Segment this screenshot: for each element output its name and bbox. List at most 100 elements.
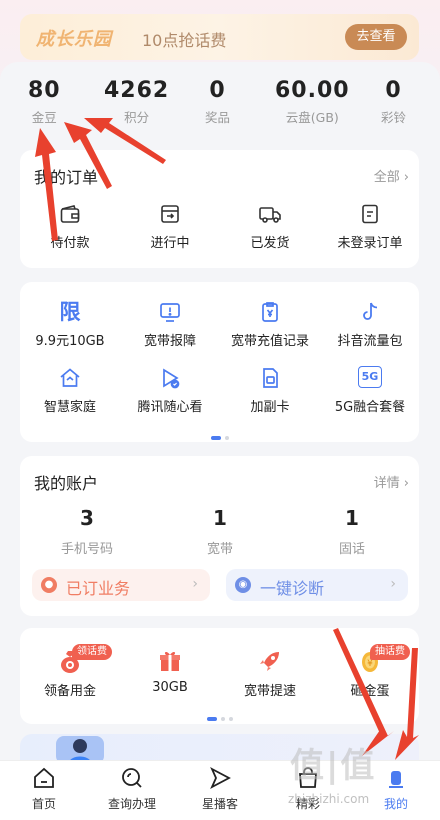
- stat-label: 云盘(GB): [285, 110, 339, 125]
- service-item[interactable]: 宽带充值记录: [222, 300, 318, 349]
- truck-icon: [259, 207, 281, 223]
- watermark-url: zhizhizhi.com: [288, 792, 370, 806]
- account-broadband[interactable]: 1 宽带: [170, 506, 270, 557]
- go-check-button[interactable]: 去查看: [345, 24, 407, 50]
- service-label: 加副卡: [250, 400, 290, 415]
- service-item[interactable]: 智慧家庭: [22, 366, 118, 415]
- order-label: 未登录订单: [337, 236, 403, 251]
- orders-title: 我的订单: [34, 168, 99, 187]
- account-value: 3: [80, 506, 94, 530]
- chevron-right-icon: ›: [403, 170, 409, 185]
- account-card: 我的账户 详情 › 3 手机号码 1 宽带 1 固话 ● 已订业务 › ◉ 一键诊…: [20, 456, 419, 616]
- stat-label: 彩铃: [381, 110, 407, 125]
- service-item[interactable]: 限 9.9元10GB: [22, 300, 118, 349]
- stat-label: 奖品: [205, 110, 231, 125]
- pager-dot-active: [206, 716, 217, 721]
- stats-row: 80 金豆 4262 积分 0 奖品 60.00 云盘(GB) 0 彩铃: [0, 78, 440, 138]
- account-phone-numbers[interactable]: 3 手机号码: [37, 506, 137, 557]
- pill-label: 一键诊断: [260, 579, 325, 598]
- tab-label: 首页: [31, 797, 56, 811]
- benefit-item[interactable]: 30GB: [122, 648, 218, 695]
- stat-cloud-disk[interactable]: 60.00 云盘(GB): [275, 78, 350, 126]
- pager-dot-active: [210, 435, 221, 440]
- tab-label: 星播客: [201, 797, 238, 811]
- account-details-link[interactable]: 详情 ›: [374, 472, 409, 491]
- service-label: 宽带报障: [143, 334, 196, 349]
- account-landline[interactable]: 1 固话: [302, 506, 402, 557]
- stat-value: 60.00: [275, 78, 350, 103]
- stat-label: 积分: [124, 110, 150, 125]
- stat-value: 80: [28, 78, 61, 103]
- video-play-icon: [163, 368, 180, 389]
- order-label: 已发货: [250, 236, 290, 251]
- box-icon: [161, 205, 179, 223]
- service-item[interactable]: 抖音流量包: [322, 300, 418, 349]
- stat-ringtone[interactable]: 0 彩铃: [381, 78, 406, 126]
- stat-label: 金豆: [31, 110, 57, 125]
- services-pager: [20, 427, 419, 446]
- benefit-item[interactable]: 领话费 领备用金: [22, 644, 118, 699]
- benefit-tag: 抽话费: [370, 644, 410, 660]
- stat-prizes[interactable]: 0 奖品: [205, 78, 230, 126]
- stat-value: 0: [209, 78, 226, 103]
- orders-all-link[interactable]: 全部 ›: [374, 166, 409, 185]
- benefit-label: 领备用金: [43, 684, 96, 699]
- chevron-right-icon: ›: [192, 576, 198, 592]
- order-label: 待付款: [50, 236, 90, 251]
- pager-dot: [228, 716, 233, 721]
- diagnosis-icon: ◉: [235, 577, 251, 593]
- account-title: 我的账户: [34, 474, 99, 493]
- order-not-logged-in[interactable]: 未登录订单: [322, 202, 418, 251]
- monitor-alert-icon: [160, 303, 180, 322]
- services-card: 限 9.9元10GB 宽带报障 宽带充值记录 抖音流量包 智慧家庭 腾讯随心看: [20, 282, 419, 442]
- order-shipped[interactable]: 已发货: [222, 202, 318, 251]
- service-label: 宽带充值记录: [230, 334, 309, 349]
- benefit-tag: 领话费: [72, 644, 112, 660]
- service-item[interactable]: 宽带报障: [122, 300, 218, 349]
- tiktok-icon: [363, 302, 378, 320]
- tab-label: 查询办理: [107, 797, 156, 811]
- service-label: 抖音流量包: [337, 334, 403, 349]
- banner-brand: 成长乐园: [36, 29, 112, 50]
- account-label: 固话: [338, 542, 365, 557]
- service-label: 5G融合套餐: [334, 400, 406, 415]
- stat-points[interactable]: 4262 积分: [104, 78, 169, 126]
- benefits-card: 领话费 领备用金 30GB 宽带提速 抽话费 ¥ 砸金蛋: [20, 628, 419, 724]
- growth-park-banner[interactable]: 成长乐园 10点抢话费 去查看: [20, 14, 419, 60]
- xian-icon: 限: [59, 300, 81, 324]
- account-value: 1: [213, 506, 227, 530]
- stat-value: 0: [385, 78, 402, 103]
- gift-icon: [160, 651, 180, 671]
- order-in-progress[interactable]: 进行中: [122, 202, 218, 251]
- account-value: 1: [345, 506, 359, 530]
- tab-star-podcast[interactable]: 星播客: [176, 765, 264, 812]
- service-item[interactable]: 5G 5G融合套餐: [322, 366, 418, 415]
- stat-gold-beans[interactable]: 80 金豆: [28, 78, 61, 126]
- house-icon: [60, 368, 80, 387]
- subscribed-services-button[interactable]: ● 已订业务 ›: [32, 569, 210, 601]
- service-label: 9.9元10GB: [35, 334, 105, 349]
- account-details-label: 详情: [373, 476, 400, 491]
- banner-subtitle: 10点抢话费: [142, 31, 227, 50]
- benefit-label: 宽带提速: [243, 684, 296, 699]
- orders-all-label: 全部: [373, 170, 400, 185]
- svg-text:¥: ¥: [367, 659, 373, 669]
- benefit-item[interactable]: 宽带提速: [222, 648, 318, 699]
- one-click-diagnosis-button[interactable]: ◉ 一键诊断 ›: [226, 569, 408, 601]
- tab-home[interactable]: 首页: [0, 765, 88, 812]
- wallet-icon: [60, 205, 80, 223]
- rocket-icon: [260, 652, 279, 671]
- orders-card: 我的订单 全部 › 待付款 进行中 已发货 未登录订单: [20, 150, 419, 268]
- chevron-right-icon: ›: [403, 476, 409, 491]
- pill-label: 已订业务: [66, 579, 131, 598]
- send-icon: [210, 766, 231, 790]
- person-icon: [389, 771, 403, 788]
- tab-query[interactable]: 查询办理: [88, 765, 176, 812]
- service-item[interactable]: 腾讯随心看: [122, 366, 218, 415]
- service-item[interactable]: 加副卡: [222, 366, 318, 415]
- order-icon: ●: [41, 577, 57, 593]
- benefit-label: 砸金蛋: [350, 684, 390, 699]
- benefit-label: 30GB: [152, 680, 188, 695]
- order-pending-payment[interactable]: 待付款: [22, 202, 118, 251]
- benefit-item[interactable]: 抽话费 ¥ 砸金蛋: [322, 644, 418, 699]
